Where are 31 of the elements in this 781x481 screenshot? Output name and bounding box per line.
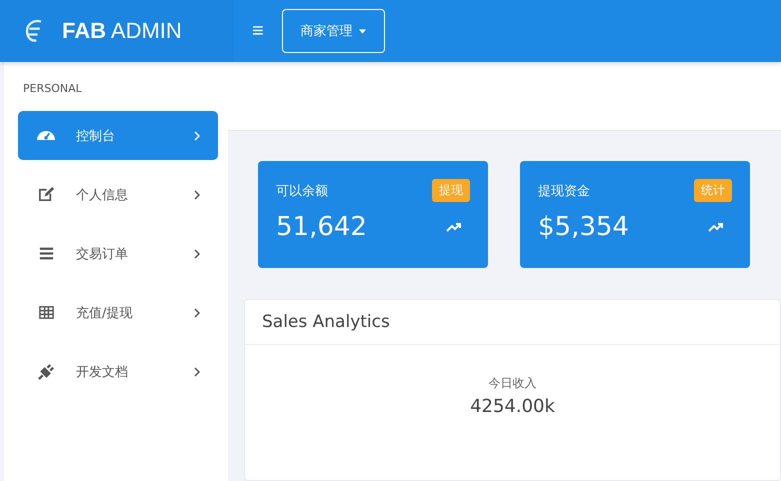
stat-title: 提现资金 — [538, 182, 590, 200]
metric-label: 今日收入 — [488, 375, 536, 392]
panel-title: Sales Analytics — [262, 312, 390, 332]
section-heading: PERSONAL — [22, 81, 83, 97]
edit-icon — [38, 186, 54, 203]
chevron-icon — [194, 190, 200, 200]
caret-icon — [358, 28, 366, 34]
trend-up-icon — [708, 222, 724, 232]
trend-up-icon — [446, 222, 462, 232]
stat-value: 51,642 — [276, 212, 367, 242]
table-icon — [38, 304, 54, 321]
stat-badge: 统计 — [694, 179, 732, 202]
chevron-icon — [194, 308, 200, 318]
gauge-icon — [37, 131, 55, 140]
stat-badge: 提现 — [432, 179, 470, 202]
list-icon — [38, 245, 54, 262]
sidebar-item[interactable]: 个人信息 — [18, 170, 218, 219]
chevron-icon — [194, 248, 200, 258]
sidebar-item[interactable]: 交易订单 — [18, 229, 218, 278]
brand-name: FAB ADMIN — [62, 18, 182, 44]
sidebar-item[interactable]: 开发文档 — [18, 347, 218, 396]
menu-button[interactable]: ≡ — [248, 20, 268, 42]
sidebar-item[interactable]: 控制台 — [18, 111, 218, 160]
chevron-icon — [194, 130, 200, 140]
sidebar-item[interactable]: 充值/提现 — [18, 288, 218, 337]
metric-value: 4254.00k — [470, 396, 555, 417]
stat-value: $5,354 — [538, 212, 629, 242]
stat-title: 可以余额 — [276, 182, 328, 200]
merchant-dropdown[interactable]: 商家管理 — [282, 9, 385, 53]
plug-icon — [38, 363, 54, 380]
chevron-icon — [194, 366, 200, 376]
